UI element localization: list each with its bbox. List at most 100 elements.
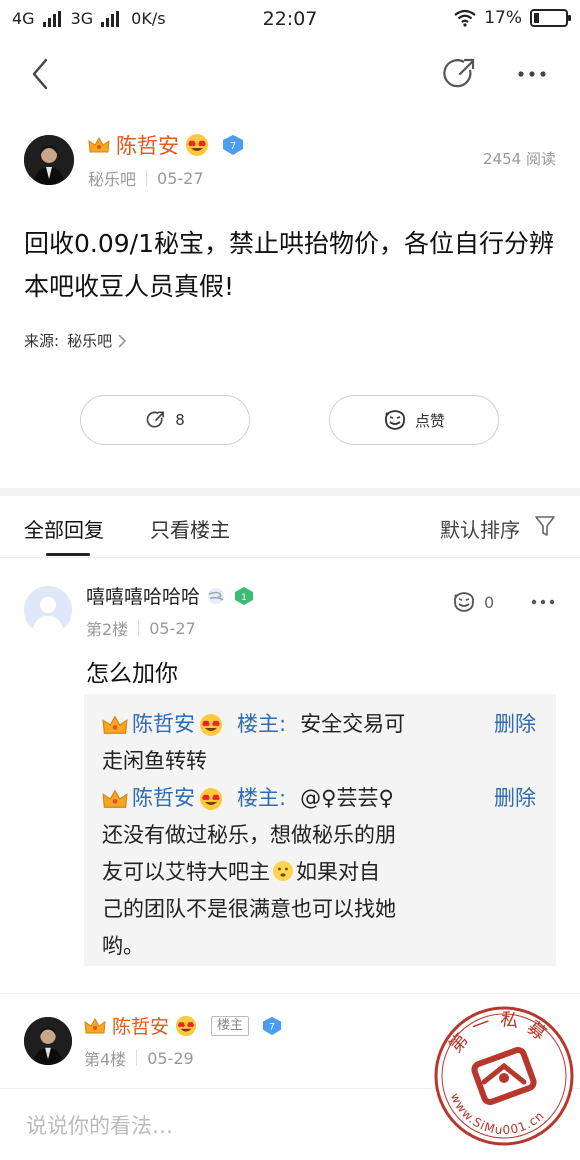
- active-tab-underline: [46, 553, 90, 556]
- reply-text: 怎么加你: [86, 661, 178, 687]
- sub-reply-author[interactable]: 陈哲安: [132, 780, 195, 817]
- author-avatar[interactable]: [24, 135, 74, 185]
- chevron-left-icon: [32, 58, 48, 90]
- chevron-right-icon: [118, 333, 127, 348]
- status-bar: 4G 3G 0K/s 22:07 17%: [0, 0, 580, 40]
- reply-more-button[interactable]: [530, 592, 556, 612]
- sub-reply-text-cont: 走闲鱼转转: [102, 749, 207, 773]
- reply-avatar[interactable]: [24, 586, 72, 634]
- sub-reply: 陈哲安 楼主: 安全交易可 删除 走闲鱼转转: [102, 706, 538, 780]
- delete-button[interactable]: 删除: [494, 706, 536, 743]
- section-divider: [0, 488, 580, 496]
- heart-eyes-emoji-icon: [175, 1015, 197, 1036]
- wifi-icon: [454, 9, 476, 27]
- person-photo-icon: [24, 135, 74, 185]
- share-count-button[interactable]: 8: [80, 395, 250, 445]
- reply-meta: 第2楼 05-27: [86, 616, 196, 640]
- crown-icon: [102, 715, 128, 734]
- svg-text:7: 7: [269, 1022, 275, 1032]
- share-icon: [443, 58, 475, 88]
- more-dots-icon: [531, 599, 555, 605]
- verified-badge-icon: 7: [262, 1016, 282, 1035]
- wind-emoji-icon: [208, 587, 225, 604]
- floor4-name-row: 陈哲安 楼主 7: [84, 1012, 283, 1039]
- like-face-icon: [454, 592, 474, 612]
- floor-number: 第2楼: [86, 620, 129, 639]
- sub-replies-box: 陈哲安 楼主: 安全交易可 删除 走闲鱼转转 陈哲安 楼主: @♀芸芸♀ 删除 …: [84, 694, 556, 966]
- mention-link[interactable]: @♀芸芸♀: [300, 780, 394, 817]
- tab-owner-only[interactable]: 只看楼主: [150, 514, 230, 543]
- reply-author-name[interactable]: 嘻嘻嘻哈哈哈: [86, 582, 200, 609]
- heart-eyes-emoji-icon: [200, 713, 222, 736]
- floor4-meta: 第4楼 05-29: [84, 1046, 194, 1070]
- source-link[interactable]: 来源: 秘乐吧: [24, 330, 128, 351]
- more-button[interactable]: [512, 54, 552, 94]
- watermark-seal-icon: 第一私募 www.SiMu001.cn: [434, 1006, 574, 1146]
- read-count: 2454 阅读: [483, 150, 556, 168]
- sub-reply: 陈哲安 楼主: @♀芸芸♀ 删除 还没有做过秘乐，想做秘乐的朋 友可以艾特大吧主…: [102, 780, 538, 965]
- heart-eyes-emoji-icon: [200, 787, 222, 810]
- forum-name[interactable]: 秘乐吧: [88, 166, 136, 190]
- reply-name-row: 嘻嘻嘻哈哈哈 1: [86, 582, 254, 609]
- share-icon: [146, 411, 165, 428]
- crown-icon: [102, 789, 128, 808]
- battery-percent: 17%: [484, 8, 522, 28]
- comment-input[interactable]: [26, 1109, 406, 1143]
- person-photo-icon: [24, 1017, 72, 1065]
- floor4-date: 05-29: [147, 1048, 194, 1068]
- divider: [136, 1050, 138, 1066]
- source-forum: 秘乐吧: [67, 332, 113, 350]
- like-label: 点赞: [414, 411, 445, 430]
- sub-reply-author[interactable]: 陈哲安: [132, 706, 195, 743]
- reply-like-count: 0: [484, 592, 495, 612]
- floor4-avatar[interactable]: [24, 1017, 72, 1065]
- tab-all-replies[interactable]: 全部回复: [24, 514, 104, 543]
- sub-reply-text-cont: 还没有做过秘乐，想做秘乐的朋 友可以艾特大吧主 如果对自 己的团队不是很满意也可以…: [102, 817, 472, 965]
- heart-eyes-emoji-icon: [186, 134, 208, 156]
- sub-reply-owner-label: 楼主:: [237, 786, 287, 810]
- sub-reply-line: 己的团队不是很满意也可以找她: [102, 897, 396, 921]
- sort-dropdown[interactable]: 默认排序: [440, 514, 520, 543]
- divider: [146, 170, 148, 186]
- watermark-stamp: 第一私募 www.SiMu001.cn: [432, 1004, 576, 1148]
- like-button[interactable]: 点赞: [329, 395, 499, 445]
- level-badge-icon: 1: [235, 586, 254, 605]
- reply-like-button[interactable]: 0: [452, 591, 494, 613]
- sub-reply-line: 还没有做过秘乐，想做秘乐的朋: [102, 823, 396, 847]
- sub-reply-owner-label: 楼主:: [237, 712, 287, 736]
- post-title: 回收0.09/1秘宝，禁止哄抬物价，各位自行分辨本吧收豆人员真假!: [24, 229, 554, 301]
- default-avatar-icon: [24, 586, 72, 634]
- filter-icon[interactable]: [534, 514, 556, 538]
- source-label: 来源:: [24, 332, 60, 350]
- share-count: 8: [175, 411, 185, 429]
- share-button[interactable]: [440, 54, 480, 94]
- svg-text:1: 1: [241, 593, 247, 603]
- sub-reply-text: 安全交易可: [300, 712, 406, 736]
- crown-icon: [84, 1017, 106, 1033]
- more-dots-icon: [518, 71, 546, 77]
- owner-tag: 楼主: [211, 1015, 250, 1036]
- sub-reply-line: 哟。: [102, 934, 144, 958]
- sub-reply-line: 友可以艾特大吧主: [102, 860, 270, 884]
- reply-date: 05-27: [149, 618, 196, 638]
- divider: [138, 620, 140, 636]
- author-row: 陈哲安 7: [88, 130, 245, 160]
- back-button[interactable]: [22, 54, 62, 94]
- delete-button[interactable]: 删除: [494, 780, 536, 817]
- floor-divider: [0, 966, 580, 994]
- like-face-icon: [385, 410, 405, 430]
- floor-number: 第4楼: [84, 1050, 127, 1069]
- sub-reply-line: 如果对自: [296, 860, 380, 884]
- verified-badge-icon: 7: [223, 135, 243, 155]
- floor4-author-name[interactable]: 陈哲安: [112, 1012, 169, 1039]
- svg-text:7: 7: [230, 141, 236, 152]
- post-date: 05-27: [157, 168, 204, 188]
- top-nav: [0, 40, 580, 108]
- reply-tabs: 全部回复 只看楼主 默认排序: [0, 496, 580, 558]
- thinking-emoji-icon: [273, 861, 293, 881]
- author-name[interactable]: 陈哲安: [116, 130, 179, 160]
- status-right: 17%: [454, 8, 571, 28]
- post-meta: 秘乐吧 05-27: [88, 166, 204, 190]
- battery-icon: [530, 9, 571, 27]
- crown-icon: [88, 136, 110, 153]
